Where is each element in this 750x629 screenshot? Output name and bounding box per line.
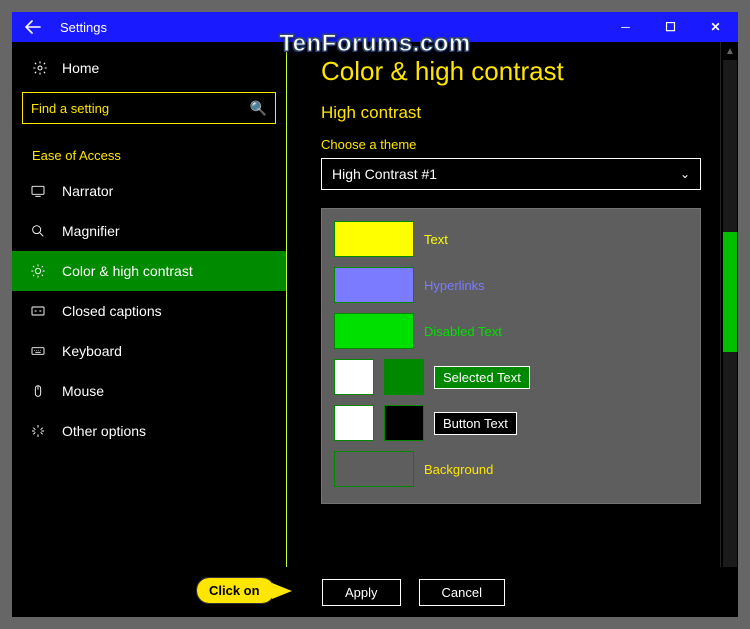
sidebar: Home 🔍 Ease of Access Narrator Magnifier bbox=[12, 42, 287, 617]
swatch-label: Button Text bbox=[434, 412, 517, 435]
search-field[interactable]: 🔍 bbox=[22, 92, 276, 124]
sidebar-item-label: Color & high contrast bbox=[62, 263, 193, 279]
swatch-row-hyperlinks: Hyperlinks bbox=[334, 267, 688, 303]
theme-select[interactable]: High Contrast #1 ⌄ bbox=[321, 158, 701, 190]
scrollbar[interactable]: ▲ ▼ bbox=[720, 42, 738, 617]
close-button[interactable]: ✕ bbox=[693, 12, 738, 42]
swatch-row-background: Background bbox=[334, 451, 688, 487]
swatch-button-fg[interactable] bbox=[334, 405, 374, 441]
swatch-hyperlinks[interactable] bbox=[334, 267, 414, 303]
color-palette: Text Hyperlinks Disabled Text Selected T… bbox=[321, 208, 701, 504]
home-label: Home bbox=[62, 60, 99, 76]
mouse-icon bbox=[30, 383, 46, 399]
sidebar-item-label: Other options bbox=[62, 423, 146, 439]
sidebar-item-label: Narrator bbox=[62, 183, 113, 199]
sidebar-item-mouse[interactable]: Mouse bbox=[12, 371, 286, 411]
sidebar-item-other-options[interactable]: Other options bbox=[12, 411, 286, 451]
scroll-up-arrow[interactable]: ▲ bbox=[721, 42, 738, 60]
captions-icon bbox=[30, 303, 46, 319]
swatch-label: Text bbox=[424, 232, 448, 247]
titlebar: Settings ─ ☐ ✕ bbox=[12, 12, 738, 42]
section-title: High contrast bbox=[321, 103, 712, 123]
swatch-label: Background bbox=[424, 462, 493, 477]
minimize-button[interactable]: ─ bbox=[603, 12, 648, 42]
nav-list: Narrator Magnifier Color & high contrast… bbox=[12, 169, 286, 451]
swatch-button-bg[interactable] bbox=[384, 405, 424, 441]
magnifier-icon bbox=[30, 223, 46, 239]
options-icon bbox=[30, 423, 46, 439]
page-title: Color & high contrast bbox=[321, 56, 712, 87]
sidebar-item-label: Magnifier bbox=[62, 223, 120, 239]
swatch-background[interactable] bbox=[334, 451, 414, 487]
annotation-callout: Click on bbox=[197, 578, 274, 603]
swatch-row-disabled: Disabled Text bbox=[334, 313, 688, 349]
sidebar-item-label: Closed captions bbox=[62, 303, 162, 319]
swatch-selected-bg[interactable] bbox=[384, 359, 424, 395]
keyboard-icon bbox=[30, 343, 46, 359]
swatch-row-selected-text: Selected Text bbox=[334, 359, 688, 395]
sidebar-item-keyboard[interactable]: Keyboard bbox=[12, 331, 286, 371]
back-button[interactable] bbox=[12, 12, 54, 42]
swatch-row-text: Text bbox=[334, 221, 688, 257]
maximize-button[interactable]: ☐ bbox=[648, 12, 693, 42]
sidebar-item-narrator[interactable]: Narrator bbox=[12, 171, 286, 211]
search-input[interactable] bbox=[31, 101, 250, 116]
sidebar-item-label: Keyboard bbox=[62, 343, 122, 359]
content: Color & high contrast High contrast Choo… bbox=[287, 42, 738, 617]
settings-window: Settings ─ ☐ ✕ TenForums.com Home 🔍 bbox=[12, 12, 738, 617]
search-icon: 🔍 bbox=[250, 100, 267, 117]
swatch-label: Disabled Text bbox=[424, 324, 502, 339]
sidebar-item-closed-captions[interactable]: Closed captions bbox=[12, 291, 286, 331]
sidebar-item-color-high-contrast[interactable]: Color & high contrast bbox=[12, 251, 286, 291]
swatch-disabled[interactable] bbox=[334, 313, 414, 349]
swatch-selected-fg[interactable] bbox=[334, 359, 374, 395]
home-link[interactable]: Home bbox=[22, 52, 276, 88]
chevron-down-icon: ⌄ bbox=[680, 167, 690, 181]
scroll-thumb[interactable] bbox=[723, 232, 737, 352]
swatch-text[interactable] bbox=[334, 221, 414, 257]
section-label: Ease of Access bbox=[12, 138, 286, 169]
swatch-label: Selected Text bbox=[434, 366, 530, 389]
swatch-row-button-text: Button Text bbox=[334, 405, 688, 441]
brightness-icon bbox=[30, 263, 46, 279]
theme-label: Choose a theme bbox=[321, 137, 712, 152]
cancel-button[interactable]: Cancel bbox=[419, 579, 505, 606]
apply-button[interactable]: Apply bbox=[322, 579, 401, 606]
sidebar-item-magnifier[interactable]: Magnifier bbox=[12, 211, 286, 251]
sidebar-item-label: Mouse bbox=[62, 383, 104, 399]
swatch-label: Hyperlinks bbox=[424, 278, 485, 293]
gear-icon bbox=[32, 60, 48, 76]
footer: Apply Cancel bbox=[12, 567, 738, 617]
narrator-icon bbox=[30, 183, 46, 199]
theme-selected-value: High Contrast #1 bbox=[332, 166, 437, 182]
window-title: Settings bbox=[54, 20, 107, 35]
